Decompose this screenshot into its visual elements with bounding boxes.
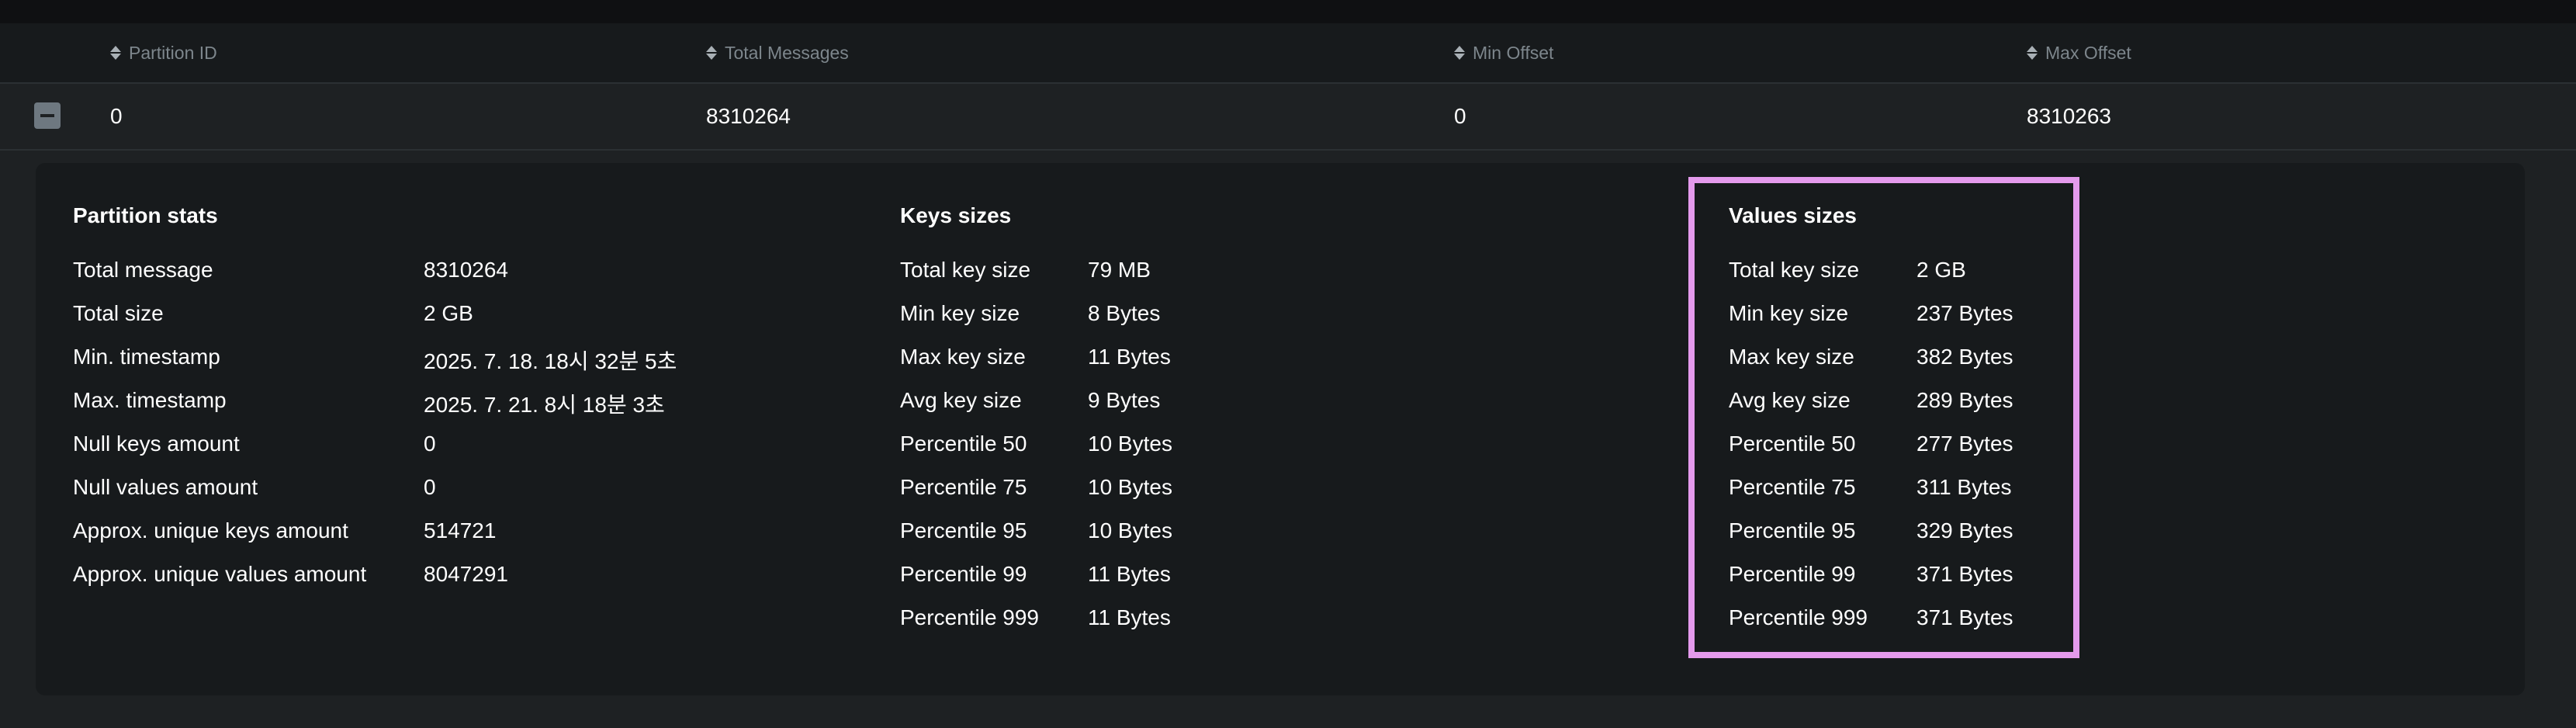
stat-label: Percentile 95 <box>900 518 1027 543</box>
column-header-label: Max Offset <box>2045 42 2131 63</box>
cell-max-offset: 8310263 <box>2027 104 2112 128</box>
stat-label: Min. timestamp <box>73 345 220 369</box>
column-header-max-offset[interactable]: Max Offset <box>2027 23 2131 82</box>
stat-label: Percentile 999 <box>1729 605 1868 629</box>
stat-label: Null values amount <box>73 475 258 499</box>
stat-label: Approx. unique values amount <box>73 562 367 586</box>
sort-icon[interactable] <box>1454 45 1465 61</box>
stat-label: Total key size <box>900 258 1031 282</box>
stat-value: 11 Bytes <box>1088 562 1171 586</box>
column-header-label: Partition ID <box>129 42 217 63</box>
stat-label: Avg key size <box>900 388 1022 412</box>
stat-value: 514721 <box>424 518 497 543</box>
section-title: Partition stats <box>73 203 218 227</box>
stat-value: 10 Bytes <box>1088 432 1172 456</box>
stat-value: 382 Bytes <box>1916 345 2013 369</box>
stat-label: Percentile 75 <box>900 475 1027 499</box>
stat-value: 10 Bytes <box>1088 475 1172 499</box>
stat-label: Max key size <box>1729 345 1854 369</box>
stat-value: 8 Bytes <box>1088 301 1161 325</box>
column-header-min-offset[interactable]: Min Offset <box>1454 23 1553 82</box>
stat-label: Min key size <box>1729 301 1849 325</box>
stat-value: 277 Bytes <box>1916 432 2013 456</box>
stat-label: Percentile 999 <box>900 605 1040 629</box>
stat-label: Max. timestamp <box>73 388 227 412</box>
stat-value: 2025. 7. 21. 8시 18분 3초 <box>424 393 665 417</box>
stat-value: 10 Bytes <box>1088 518 1172 543</box>
column-header-total-messages[interactable]: Total Messages <box>706 23 849 82</box>
stat-value: 329 Bytes <box>1916 518 2013 543</box>
sort-icon[interactable] <box>706 45 717 61</box>
stat-label: Min key size <box>900 301 1020 325</box>
column-header-label: Min Offset <box>1473 42 1554 63</box>
cell-total-messages: 8310264 <box>706 104 791 128</box>
section-title: Keys sizes <box>900 203 1012 227</box>
column-header-label: Total Messages <box>725 42 849 63</box>
stat-label: Total message <box>73 258 213 282</box>
stat-label: Percentile 95 <box>1729 518 1856 543</box>
stat-label: Max key size <box>900 345 1026 369</box>
stat-value: 371 Bytes <box>1916 562 2013 586</box>
minus-icon <box>40 114 54 117</box>
stat-value: 2 GB <box>1916 258 1966 282</box>
stat-value: 8047291 <box>424 562 509 586</box>
cell-min-offset: 0 <box>1454 104 1466 128</box>
table-row[interactable]: 0 8310264 0 8310263 <box>0 84 2576 151</box>
partition-details-panel: Partition stats Total message 8310264 To… <box>36 163 2525 695</box>
stat-value: 371 Bytes <box>1916 605 2013 629</box>
section-title: Values sizes <box>1729 203 1858 227</box>
stat-label: Approx. unique keys amount <box>73 518 348 543</box>
sort-icon[interactable] <box>2027 45 2038 61</box>
stat-label: Total key size <box>1729 258 1860 282</box>
stat-label: Percentile 99 <box>1729 562 1856 586</box>
stat-value: 0 <box>424 432 436 456</box>
stat-label: Null keys amount <box>73 432 240 456</box>
stat-value: 79 MB <box>1088 258 1151 282</box>
sort-icon[interactable] <box>110 45 121 61</box>
stat-value: 289 Bytes <box>1916 388 2013 412</box>
stat-label: Percentile 75 <box>1729 475 1856 499</box>
stat-value: 2 GB <box>424 301 473 325</box>
stat-value: 2025. 7. 18. 18시 32분 5초 <box>424 349 677 373</box>
stat-label: Total size <box>73 301 164 325</box>
stat-value: 8310264 <box>424 258 509 282</box>
stat-label: Percentile 99 <box>900 562 1027 586</box>
column-header-partition-id[interactable]: Partition ID <box>110 23 217 82</box>
cell-partition-id: 0 <box>110 104 123 128</box>
stat-value: 11 Bytes <box>1088 605 1171 629</box>
stat-value: 11 Bytes <box>1088 345 1171 369</box>
stat-value: 0 <box>424 475 436 499</box>
table-header-row: Partition ID Total Messages Min Offset M… <box>0 23 2576 84</box>
stat-value: 237 Bytes <box>1916 301 2013 325</box>
stat-value: 311 Bytes <box>1916 475 2012 499</box>
stat-value: 9 Bytes <box>1088 388 1161 412</box>
stat-label: Percentile 50 <box>900 432 1027 456</box>
stat-label: Avg key size <box>1729 388 1851 412</box>
stat-label: Percentile 50 <box>1729 432 1856 456</box>
top-bar <box>0 0 2576 23</box>
collapse-row-button[interactable] <box>34 102 61 129</box>
